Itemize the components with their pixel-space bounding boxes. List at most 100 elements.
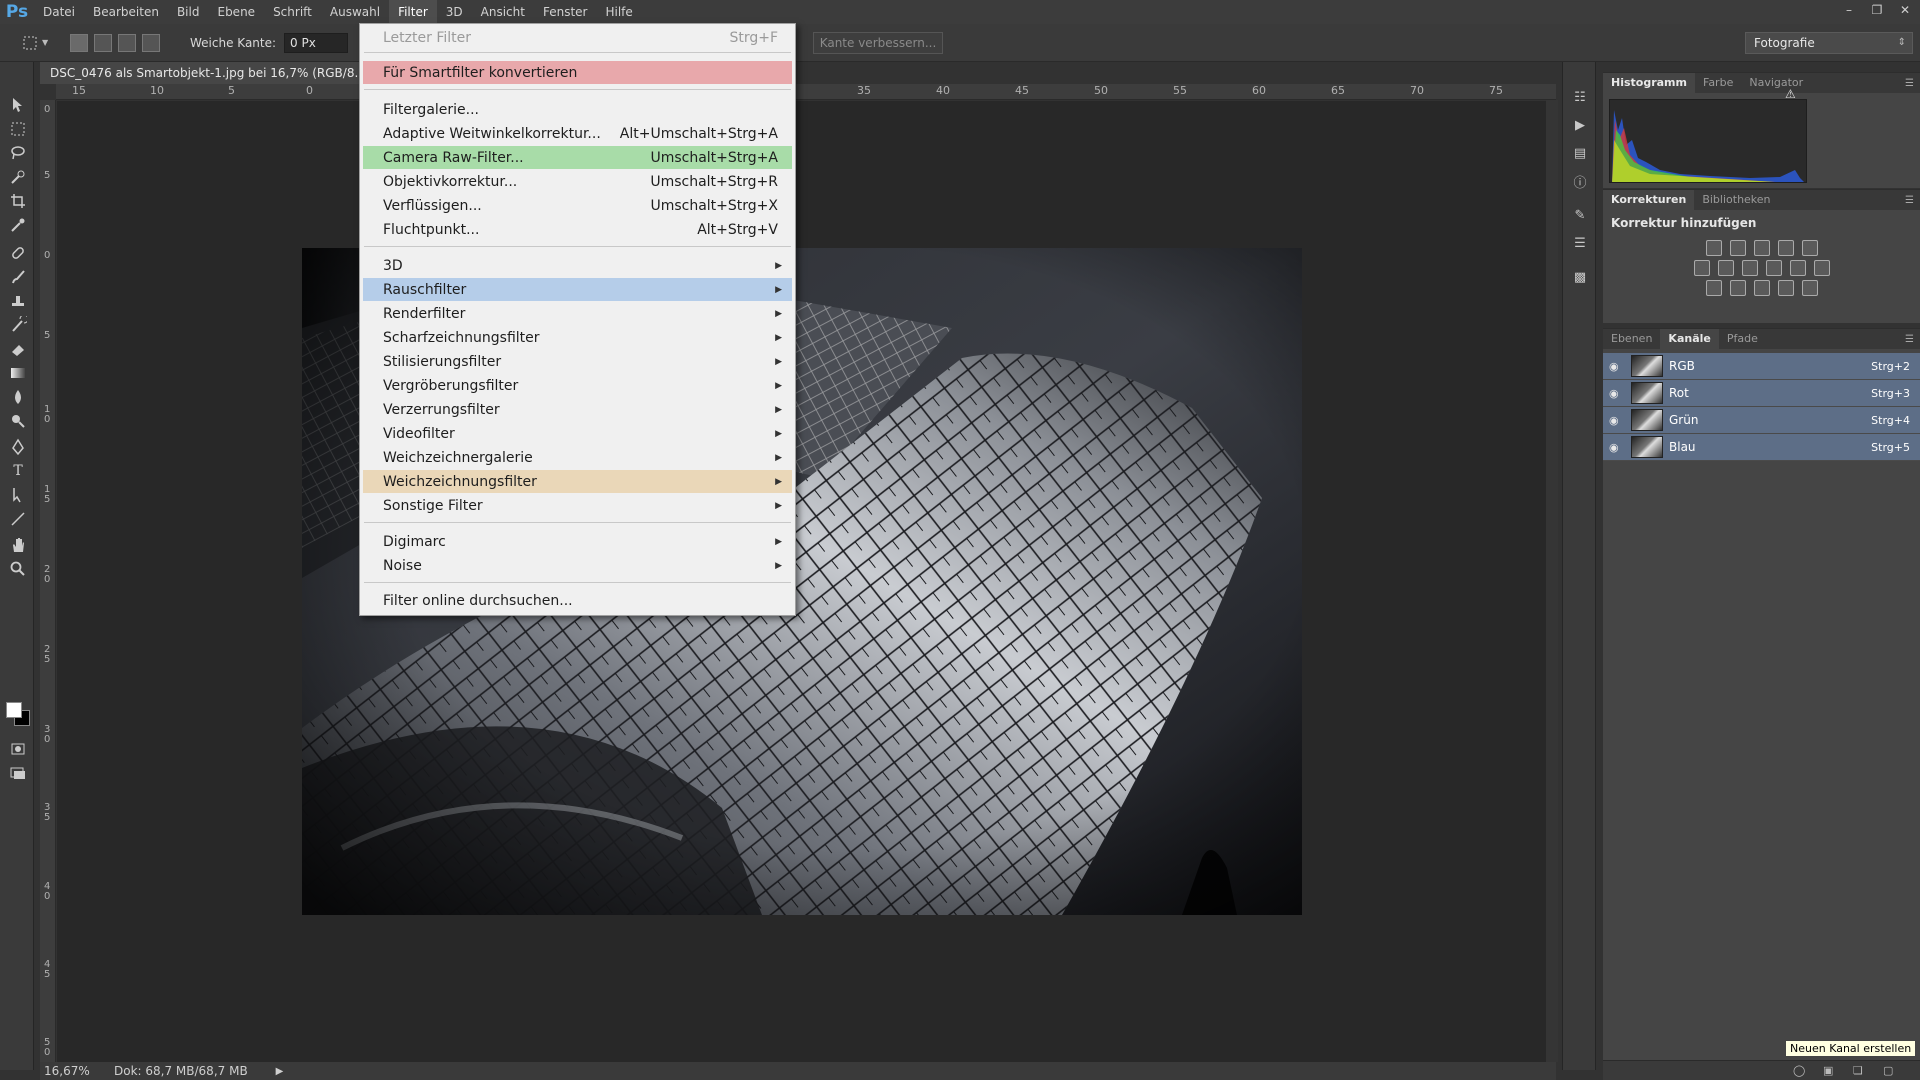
new-selection-icon[interactable] bbox=[70, 33, 88, 52]
line-tool-icon[interactable] bbox=[7, 508, 29, 530]
tool-preset-picker[interactable]: ▼ bbox=[22, 32, 56, 54]
crop-tool-icon[interactable] bbox=[7, 190, 29, 212]
history-panel-icon[interactable]: ☷ bbox=[1571, 88, 1589, 106]
gradient-tool-icon[interactable] bbox=[7, 362, 29, 384]
menu-fenster[interactable]: Fenster bbox=[534, 0, 597, 24]
zoom-tool-icon[interactable] bbox=[7, 558, 29, 580]
menu-ebene[interactable]: Ebene bbox=[208, 0, 264, 24]
foreground-color-swatch[interactable] bbox=[6, 702, 22, 718]
save-selection-icon[interactable]: ▣ bbox=[1823, 1064, 1833, 1077]
intersect-selection-icon[interactable] bbox=[142, 33, 160, 52]
document-tab[interactable]: DSC_0476 als Smartobjekt-1.jpg bei 16,7%… bbox=[40, 62, 360, 84]
menu-item-noise[interactable]: Noise ▶ bbox=[363, 554, 792, 577]
gradient-map-icon[interactable] bbox=[1801, 280, 1818, 296]
tab-farbe[interactable]: Farbe bbox=[1695, 73, 1741, 93]
hue-saturation-icon[interactable] bbox=[1693, 260, 1710, 276]
menu-item-vergroeberungsfilter[interactable]: Vergröberungsfilter ▶ bbox=[363, 374, 792, 397]
menu-item-smartfilter[interactable]: Für Smartfilter konvertieren bbox=[363, 61, 792, 84]
menu-auswahl[interactable]: Auswahl bbox=[321, 0, 389, 24]
lasso-tool-icon[interactable] bbox=[7, 142, 29, 164]
menu-bearbeiten[interactable]: Bearbeiten bbox=[84, 0, 168, 24]
minimize-icon[interactable]: – bbox=[1842, 3, 1856, 17]
warning-icon[interactable]: ⚠ bbox=[1785, 87, 1796, 101]
vertical-scrollbar[interactable] bbox=[1546, 100, 1558, 1062]
tab-kanaele[interactable]: Kanäle bbox=[1660, 329, 1719, 349]
channel-mixer-icon[interactable] bbox=[1789, 260, 1806, 276]
vibrance-icon[interactable] bbox=[1801, 240, 1818, 256]
brush-presets-icon[interactable]: ☰ bbox=[1571, 234, 1589, 252]
panel-menu-icon[interactable]: ☰ bbox=[1905, 195, 1914, 206]
add-selection-icon[interactable] bbox=[94, 33, 112, 52]
menu-item-digimarc[interactable]: Digimarc ▶ bbox=[363, 530, 792, 553]
tab-pfade[interactable]: Pfade bbox=[1719, 329, 1766, 349]
levels-icon[interactable] bbox=[1729, 240, 1746, 256]
new-channel-icon[interactable]: ❏ bbox=[1853, 1064, 1863, 1077]
channel-row-blau[interactable]: ◉ Blau Strg+5 bbox=[1603, 434, 1920, 461]
blur-tool-icon[interactable] bbox=[7, 386, 29, 408]
trash-icon[interactable]: ▢ bbox=[1883, 1064, 1893, 1077]
visibility-eye-icon[interactable]: ◉ bbox=[1609, 387, 1629, 400]
menu-item-fluchtpunkt[interactable]: Fluchtpunkt... Alt+Strg+V bbox=[363, 218, 792, 241]
hand-tool-icon[interactable] bbox=[7, 534, 29, 556]
invert-icon[interactable] bbox=[1705, 280, 1722, 296]
healing-brush-tool-icon[interactable] bbox=[7, 242, 29, 264]
tab-korrekturen[interactable]: Korrekturen bbox=[1603, 190, 1695, 210]
feather-input[interactable] bbox=[284, 32, 349, 53]
channel-row-rgb[interactable]: ◉ RGB Strg+2 bbox=[1603, 353, 1920, 380]
stamp-tool-icon[interactable] bbox=[7, 290, 29, 312]
menu-item-adaptive-weitwinkel[interactable]: Adaptive Weitwinkelkorrektur... Alt+Umsc… bbox=[363, 122, 792, 145]
dodge-tool-icon[interactable] bbox=[7, 410, 29, 432]
menu-filter[interactable]: Filter bbox=[389, 0, 437, 24]
menu-item-sonstige-filter[interactable]: Sonstige Filter ▶ bbox=[363, 494, 792, 517]
quick-selection-tool-icon[interactable] bbox=[7, 166, 29, 188]
eraser-tool-icon[interactable] bbox=[7, 338, 29, 360]
marquee-tool-icon[interactable] bbox=[7, 118, 29, 140]
move-tool-icon[interactable] bbox=[7, 94, 29, 116]
black-white-icon[interactable] bbox=[1741, 260, 1758, 276]
menu-datei[interactable]: Datei bbox=[34, 0, 84, 24]
menu-item-videofilter[interactable]: Videofilter ▶ bbox=[363, 422, 792, 445]
menu-item-scharfzeichnungsfilter[interactable]: Scharfzeichnungsfilter ▶ bbox=[363, 326, 792, 349]
menu-item-rauschfilter[interactable]: Rauschfilter ▶ bbox=[363, 278, 792, 301]
workspace-select[interactable]: Fotografie ⇕ bbox=[1745, 32, 1913, 54]
menu-ansicht[interactable]: Ansicht bbox=[472, 0, 534, 24]
type-tool-icon[interactable]: T bbox=[7, 460, 29, 482]
visibility-eye-icon[interactable]: ◉ bbox=[1609, 441, 1629, 454]
menu-bild[interactable]: Bild bbox=[168, 0, 209, 24]
tab-bibliotheken[interactable]: Bibliotheken bbox=[1694, 190, 1778, 210]
menu-item-renderfilter[interactable]: Renderfilter ▶ bbox=[363, 302, 792, 325]
menu-3d[interactable]: 3D bbox=[437, 0, 472, 24]
menu-hilfe[interactable]: Hilfe bbox=[596, 0, 641, 24]
photo-filter-icon[interactable] bbox=[1765, 260, 1782, 276]
tab-ebenen[interactable]: Ebenen bbox=[1603, 329, 1660, 349]
menu-item-filtergalerie[interactable]: Filtergalerie... bbox=[363, 98, 792, 121]
visibility-eye-icon[interactable]: ◉ bbox=[1609, 414, 1629, 427]
menu-item-weichzeichnungsfilter[interactable]: Weichzeichnungsfilter ▶ bbox=[363, 470, 792, 493]
menu-schrift[interactable]: Schrift bbox=[264, 0, 321, 24]
menu-item-weichzeichnergalerie[interactable]: Weichzeichnergalerie ▶ bbox=[363, 446, 792, 469]
status-menu-icon[interactable]: ▶ bbox=[276, 1066, 284, 1077]
selective-color-icon[interactable] bbox=[1777, 280, 1794, 296]
menu-item-stilisierungsfilter[interactable]: Stilisierungsfilter ▶ bbox=[363, 350, 792, 373]
screen-mode-icon[interactable] bbox=[7, 762, 29, 784]
brightness-icon[interactable] bbox=[1705, 240, 1722, 256]
subtract-selection-icon[interactable] bbox=[118, 33, 136, 52]
menu-item-verfluessigen[interactable]: Verflüssigen... Umschalt+Strg+X bbox=[363, 194, 792, 217]
pen-tool-icon[interactable] bbox=[7, 436, 29, 458]
path-selection-tool-icon[interactable] bbox=[7, 484, 29, 506]
clone-source-icon[interactable]: ▩ bbox=[1571, 268, 1589, 286]
quick-mask-icon[interactable] bbox=[7, 738, 29, 760]
brush-tool-icon[interactable] bbox=[7, 266, 29, 288]
color-lookup-icon[interactable] bbox=[1813, 260, 1830, 276]
color-balance-icon[interactable] bbox=[1717, 260, 1734, 276]
brush-panel-icon[interactable]: ✎ bbox=[1571, 206, 1589, 224]
close-icon[interactable]: ✕ bbox=[1898, 3, 1912, 17]
menu-item-verzerrungsfilter[interactable]: Verzerrungsfilter ▶ bbox=[363, 398, 792, 421]
menu-item-3d[interactable]: 3D ▶ bbox=[363, 254, 792, 277]
visibility-eye-icon[interactable]: ◉ bbox=[1609, 360, 1629, 373]
tab-histogramm[interactable]: Histogramm bbox=[1603, 73, 1695, 93]
history-brush-tool-icon[interactable] bbox=[7, 314, 29, 336]
eyedropper-tool-icon[interactable] bbox=[7, 214, 29, 236]
channel-row-gruen[interactable]: ◉ Grün Strg+4 bbox=[1603, 407, 1920, 434]
curves-icon[interactable] bbox=[1753, 240, 1770, 256]
